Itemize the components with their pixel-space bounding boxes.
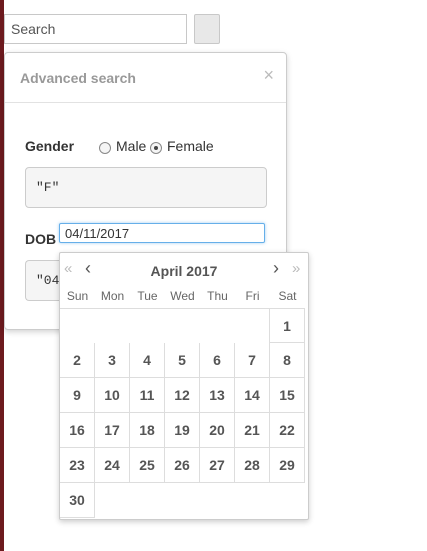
datepicker-empty-cell — [95, 308, 130, 343]
datepicker-day[interactable]: 6 — [200, 343, 235, 378]
panel-title: Advanced search — [20, 70, 136, 86]
datepicker-empty-cell — [165, 308, 200, 343]
datepicker-empty-cell — [130, 483, 165, 518]
datepicker-day[interactable]: 30 — [60, 483, 95, 518]
datepicker-header: « ‹ April 2017 › » — [60, 253, 308, 287]
datepicker-day[interactable]: 3 — [95, 343, 130, 378]
datepicker-empty-cell — [200, 483, 235, 518]
search-button[interactable] — [194, 14, 220, 44]
dob-label: DOB — [25, 231, 57, 247]
gender-female-label: Female — [167, 138, 214, 154]
search-input[interactable] — [4, 14, 187, 44]
next-year-icon[interactable]: » — [292, 261, 300, 276]
datepicker-day[interactable]: 13 — [200, 378, 235, 413]
datepicker-empty-cell — [200, 308, 235, 343]
datepicker-day[interactable]: 4 — [130, 343, 165, 378]
close-icon[interactable]: × — [263, 66, 274, 84]
datepicker-day[interactable]: 15 — [270, 378, 305, 413]
datepicker-day[interactable]: 5 — [165, 343, 200, 378]
weekday-label: Fri — [245, 289, 260, 303]
datepicker-day[interactable]: 23 — [60, 448, 95, 483]
gender-male-radio[interactable] — [99, 142, 111, 154]
datepicker-day[interactable]: 28 — [235, 448, 270, 483]
datepicker-week-row: 30 — [60, 483, 305, 518]
datepicker-day[interactable]: 2 — [60, 343, 95, 378]
datepicker-empty-cell — [60, 308, 95, 343]
datepicker: « ‹ April 2017 › » Sun Mon Tue Wed Thu F… — [59, 252, 309, 520]
weekday-label: Sat — [278, 289, 297, 303]
datepicker-day[interactable]: 9 — [60, 378, 95, 413]
datepicker-day[interactable]: 10 — [95, 378, 130, 413]
datepicker-day[interactable]: 11 — [130, 378, 165, 413]
datepicker-empty-cell — [235, 483, 270, 518]
datepicker-day[interactable]: 12 — [165, 378, 200, 413]
datepicker-day[interactable]: 16 — [60, 413, 95, 448]
datepicker-week-row: 9 10 11 12 13 14 15 — [60, 378, 305, 413]
datepicker-day[interactable]: 1 — [270, 308, 305, 343]
datepicker-week-row: 2345678 — [60, 343, 305, 378]
datepicker-weekdays: Sun Mon Tue Wed Thu Fri Sat — [60, 289, 305, 303]
datepicker-day[interactable]: 25 — [130, 448, 165, 483]
datepicker-day[interactable]: 14 — [235, 378, 270, 413]
datepicker-day[interactable]: 19 — [165, 413, 200, 448]
datepicker-day[interactable]: 17 — [95, 413, 130, 448]
datepicker-empty-cell — [270, 483, 305, 518]
datepicker-day[interactable]: 20 — [200, 413, 235, 448]
dob-date-input[interactable] — [59, 223, 265, 243]
datepicker-grid: 1 2 3 4 5 6 7 8 9 10 11 12 13 14 15 16 17 18 19 20 21 22 23 24 2… — [60, 308, 305, 518]
datepicker-day[interactable]: 24 — [95, 448, 130, 483]
datepicker-empty-cell — [165, 483, 200, 518]
datepicker-day[interactable]: 8 — [270, 343, 305, 378]
datepicker-day[interactable]: 21 — [235, 413, 270, 448]
datepicker-day[interactable]: 27 — [200, 448, 235, 483]
datepicker-empty-cell — [235, 308, 270, 343]
weekday-label: Tue — [137, 289, 158, 303]
datepicker-day[interactable]: 26 — [165, 448, 200, 483]
datepicker-week-row: 16 17 18 19 20 21 22 — [60, 413, 305, 448]
gender-label: Gender — [25, 138, 75, 154]
gender-male-label: Male — [116, 138, 147, 154]
gender-female-radio[interactable] — [150, 142, 162, 154]
datepicker-week-row: 1 — [60, 308, 305, 343]
weekday-label: Mon — [100, 289, 125, 303]
datepicker-empty-cell — [130, 308, 165, 343]
weekday-label: Sun — [66, 289, 89, 303]
weekday-label: Wed — [170, 289, 195, 303]
weekday-label: Thu — [207, 289, 228, 303]
datepicker-month-title[interactable]: April 2017 — [60, 263, 308, 279]
dob-query-box: "04 — [25, 260, 61, 301]
datepicker-week-row: 23 24 25 26 27 28 29 — [60, 448, 305, 483]
panel-header: Advanced search × — [5, 53, 286, 103]
next-month-icon[interactable]: › — [273, 259, 279, 277]
datepicker-day[interactable]: 29 — [270, 448, 305, 483]
datepicker-day[interactable]: 7 — [235, 343, 270, 378]
datepicker-day[interactable]: 22 — [270, 413, 305, 448]
datepicker-empty-cell — [95, 483, 130, 518]
gender-query-box: "F" — [25, 167, 267, 208]
datepicker-day[interactable]: 18 — [130, 413, 165, 448]
